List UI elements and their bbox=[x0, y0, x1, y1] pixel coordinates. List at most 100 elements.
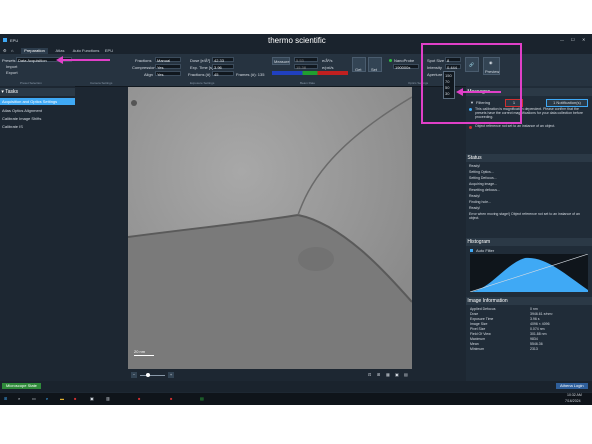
section-beam-rate: Beam Rate bbox=[300, 81, 316, 85]
frames-count: Frames (#): 135 bbox=[236, 72, 265, 77]
highlight-arrow-aperture-head bbox=[456, 88, 463, 96]
measure-label: Measure bbox=[274, 59, 290, 64]
info-row: Minimum 2313 bbox=[470, 347, 588, 352]
fractions-mode-select[interactable]: Manual bbox=[155, 57, 181, 63]
save-image-icon[interactable]: ▤ bbox=[404, 372, 408, 377]
clock-date: 7/16/2024 bbox=[565, 399, 581, 403]
dose-rate-2: 15.38 bbox=[294, 64, 318, 70]
tasks-title: ▾ Tasks bbox=[0, 88, 75, 96]
set-button[interactable]: Set bbox=[368, 57, 382, 72]
zoom-slider-handle[interactable] bbox=[146, 373, 150, 377]
app-icon-red[interactable]: ■ bbox=[74, 396, 76, 401]
auto-filter-checkbox[interactable] bbox=[470, 249, 473, 252]
image-info-title-text: Image Information bbox=[467, 298, 508, 304]
align-select[interactable]: Yes bbox=[155, 71, 181, 77]
compression-select[interactable]: Yes bbox=[155, 64, 181, 70]
zoom-in-button[interactable]: + bbox=[168, 372, 174, 378]
info-value: 2313 bbox=[530, 347, 538, 351]
ruler-icon[interactable]: ▦ bbox=[386, 372, 390, 377]
windows-taskbar bbox=[0, 393, 592, 405]
micrograph-svg bbox=[128, 87, 412, 369]
close-icon[interactable]: ✕ bbox=[582, 37, 585, 42]
info-key: Minimum bbox=[470, 347, 485, 351]
maximize-icon[interactable]: ☐ bbox=[571, 37, 575, 42]
app-icon-green[interactable]: ▤ bbox=[200, 396, 204, 401]
dose-rate-unit-2: e/pxl/s bbox=[322, 65, 334, 70]
app-icon-gray[interactable]: ▣ bbox=[90, 396, 94, 401]
status-title-text: Status bbox=[467, 155, 482, 161]
task-item[interactable]: Calibrate IS bbox=[2, 124, 23, 129]
microscope-state-button[interactable]: Microscope State bbox=[2, 383, 41, 389]
highlight-arrow-presets-head bbox=[56, 56, 63, 64]
presets-label: Presets bbox=[2, 58, 16, 63]
highlight-arrow-aperture bbox=[461, 91, 501, 93]
dose-label: Dose [e/Å²] bbox=[190, 58, 211, 63]
beam-rate-bar bbox=[272, 71, 348, 75]
histogram-title-text: Histogram bbox=[467, 239, 491, 245]
micrograph-image[interactable]: 20 nm bbox=[128, 87, 412, 369]
brand-logo: thermo scientific bbox=[268, 36, 326, 45]
app-icon bbox=[3, 38, 7, 42]
minimize-icon[interactable]: — bbox=[560, 37, 564, 42]
scale-label: 20 nm bbox=[134, 349, 146, 354]
status-bar bbox=[0, 381, 592, 392]
zoom-out-button[interactable]: − bbox=[131, 372, 137, 378]
explorer-icon[interactable]: ▬ bbox=[60, 396, 64, 401]
task-item[interactable]: Acquisition and Optics Settings bbox=[0, 98, 75, 105]
align-label: Align bbox=[144, 72, 153, 77]
exp-time-input[interactable]: 3.96 bbox=[212, 64, 234, 70]
section-camera-settings: Camera Settings bbox=[90, 81, 113, 85]
start-icon[interactable]: ⊞ bbox=[4, 396, 7, 401]
fft-icon[interactable]: ▣ bbox=[395, 372, 399, 377]
histogram-title: Histogram bbox=[466, 238, 592, 246]
import-button[interactable]: Import bbox=[6, 64, 17, 69]
get-label: Get bbox=[355, 67, 362, 72]
fit-icon[interactable]: ⊡ bbox=[368, 372, 371, 377]
app-icon-gray-2[interactable]: ▥ bbox=[106, 396, 110, 401]
edge-icon[interactable]: e bbox=[46, 396, 48, 401]
highlight-arrow-presets bbox=[60, 59, 110, 61]
athena-login-button[interactable]: Athena Login bbox=[556, 383, 588, 389]
exp-time-label: Exp. Time [s] bbox=[190, 65, 214, 70]
clock-time: 10:32 AM bbox=[567, 393, 582, 397]
tasks-panel bbox=[0, 86, 75, 381]
section-exposure-settings: Exposure Settings bbox=[190, 81, 215, 85]
image-info-table: Applied Defocus 0 nm Dose 3946.61 e/nm² Ex… bbox=[470, 307, 588, 352]
measure-button[interactable]: Measure bbox=[272, 57, 290, 65]
image-info-title: Image Information bbox=[466, 297, 592, 305]
magnification-select[interactable]: 190000x bbox=[393, 64, 419, 70]
status-line: Error when moving stage!( Object referen… bbox=[469, 212, 580, 220]
dose-rate-unit-1: e/Å²/s bbox=[322, 58, 333, 63]
status-log: Ready! Setting Optics... Setting Defocus… bbox=[469, 164, 589, 220]
task-item[interactable]: Atlas Optics Alignment bbox=[2, 108, 42, 113]
nanoprobe-label: NanoProbe bbox=[394, 58, 415, 63]
notification-badge[interactable]: 1 Notification(s) bbox=[546, 99, 588, 107]
highlight-box bbox=[421, 43, 522, 124]
settings-icon[interactable]: ⚙ bbox=[3, 48, 7, 53]
home-icon[interactable]: ⌂ bbox=[11, 48, 13, 53]
epu-window: EPU thermo scientific — ☐ ✕ ⚙ ⌂ Preparat… bbox=[0, 34, 592, 405]
fractions-count-label: Fractions (#) bbox=[188, 72, 211, 77]
app-title: EPU bbox=[10, 38, 19, 43]
histogram-plot[interactable] bbox=[469, 253, 589, 293]
scale-bar bbox=[134, 355, 154, 356]
fractions-count-input[interactable]: 45 bbox=[212, 71, 234, 77]
dose-input[interactable]: 42.33 bbox=[212, 57, 234, 63]
app-icon-red-2[interactable]: ■ bbox=[138, 396, 140, 401]
nanoprobe-indicator-icon bbox=[389, 59, 392, 62]
tasks-title-text: Tasks bbox=[5, 89, 18, 95]
get-button[interactable]: Get bbox=[352, 57, 366, 72]
taskview-icon[interactable]: ▭ bbox=[32, 396, 36, 401]
dose-rate-1: 5.53 bbox=[294, 57, 318, 63]
histogram-svg bbox=[469, 253, 589, 293]
fractions-mode-label: Fractions bbox=[135, 58, 152, 63]
app-icon-red-3[interactable]: ■ bbox=[170, 396, 172, 401]
task-item[interactable]: Calibrate Image Shifts bbox=[2, 116, 41, 121]
error-text: Object reference not set to an instance … bbox=[475, 124, 556, 128]
zoom-slider[interactable] bbox=[140, 373, 165, 377]
set-label: Set bbox=[371, 67, 378, 72]
search-icon[interactable]: ⌕ bbox=[18, 396, 20, 401]
crosshair-icon[interactable]: ⊞ bbox=[377, 372, 380, 377]
export-button[interactable]: Export bbox=[6, 70, 18, 75]
status-title: Status bbox=[466, 154, 592, 162]
